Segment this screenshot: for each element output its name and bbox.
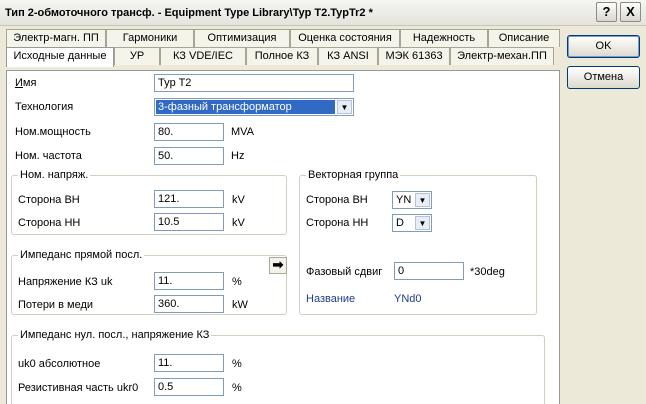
vector-group-title: Векторная группа: [306, 169, 401, 181]
tab-row-2: Исходные данные УР КЗ VDE/IEC Полное КЗ …: [6, 47, 554, 67]
lv-voltage-label: Сторона НН: [18, 217, 81, 229]
hv-voltage-input[interactable]: 121.: [154, 190, 224, 208]
uk0-label: uk0 абсолютное: [18, 358, 101, 370]
hv-voltage-unit: kV: [232, 194, 245, 206]
hv-voltage-label: Сторона ВН: [18, 194, 80, 206]
tab-optimization[interactable]: Оптимизация: [194, 29, 290, 47]
close-button[interactable]: X: [620, 2, 641, 22]
phase-shift-input[interactable]: 0: [394, 262, 464, 280]
rated-frequency-label: Ном. частота: [15, 150, 82, 162]
phase-shift-unit: *30deg: [470, 266, 505, 278]
chevron-down-icon[interactable]: ▼: [415, 216, 430, 230]
lv-voltage-unit: kV: [232, 217, 245, 229]
copper-losses-input[interactable]: 360.: [154, 295, 224, 313]
tab-emt[interactable]: Электр-магн. ПП: [6, 29, 106, 47]
sc-voltage-label: Напряжение КЗ uk: [18, 276, 113, 288]
tab-sc-vde-iec[interactable]: КЗ VDE/IEC: [160, 47, 246, 65]
help-button[interactable]: ?: [596, 2, 617, 22]
rated-frequency-input[interactable]: 50.: [154, 147, 224, 165]
tab-basic-data[interactable]: Исходные данные: [6, 47, 114, 67]
sc-voltage-input[interactable]: 11.: [154, 272, 224, 290]
rated-voltage-title: Ном. напряж.: [18, 169, 91, 181]
tab-panel: Имя Typ T2 Технология 3-фазный трансформ…: [6, 70, 560, 404]
vg-lv-select[interactable]: D ▼: [392, 214, 432, 232]
vg-lv-value: D: [396, 217, 404, 229]
dialog-body: Электр-магн. ПП Гармоники Оптимизация Оц…: [0, 26, 646, 404]
cancel-button[interactable]: Отмена: [567, 66, 640, 89]
tab-load-flow[interactable]: УР: [114, 47, 160, 65]
ukr0-input[interactable]: 0.5: [154, 378, 224, 396]
tab-sc-ansi[interactable]: КЗ ANSI: [318, 47, 378, 65]
positive-sequence-title: Импеданс прямой посл.: [18, 249, 145, 261]
ukr0-unit: %: [232, 382, 242, 394]
phase-shift-label: Фазовый сдвиг: [306, 266, 383, 278]
technology-label: Технология: [15, 101, 74, 113]
tab-row-1: Электр-магн. ПП Гармоники Оптимизация Оц…: [6, 29, 560, 47]
tab-harmonics[interactable]: Гармоники: [106, 29, 194, 47]
rated-power-unit: MVA: [231, 126, 255, 138]
tab-reliability[interactable]: Надежность: [400, 29, 488, 47]
vector-group-box: Векторная группа Сторона ВН YN ▼ Сторона…: [299, 169, 537, 315]
tab-iec-61363[interactable]: МЭК 61363: [378, 47, 450, 65]
rated-power-input[interactable]: 80.: [154, 123, 224, 141]
tab-state-estimation[interactable]: Оценка состояния: [290, 29, 400, 47]
lv-voltage-input[interactable]: 10.5: [154, 213, 224, 231]
tab-description[interactable]: Описание: [488, 29, 560, 47]
ok-button[interactable]: OK: [567, 35, 640, 58]
tab-full-sc[interactable]: Полное КЗ: [246, 47, 318, 65]
arrow-right-icon[interactable]: ➡: [269, 257, 287, 274]
name-label: Имя: [15, 77, 37, 89]
vg-hv-select[interactable]: YN ▼: [392, 191, 432, 209]
rated-frequency-unit: Hz: [231, 150, 245, 162]
positive-sequence-group: Импеданс прямой посл. Напряжение КЗ uk 1…: [11, 249, 287, 315]
chevron-down-icon[interactable]: ▼: [337, 100, 352, 114]
technology-select[interactable]: 3-фазный трансформатор ▼: [154, 98, 354, 116]
vg-hv-label: Сторона ВН: [306, 194, 368, 206]
vector-group-name-label: Название: [306, 293, 356, 305]
window-title: Тип 2-обмоточного трансф. - Equipment Ty…: [5, 7, 373, 19]
vg-hv-value: YN: [396, 194, 412, 206]
uk0-input[interactable]: 11.: [154, 354, 224, 372]
vg-lv-label: Сторона НН: [306, 217, 369, 229]
sc-voltage-unit: %: [232, 276, 242, 288]
vector-group-name-value: YNd0: [394, 293, 422, 305]
copper-losses-label: Потери в меди: [18, 299, 94, 311]
zero-sequence-group: Импеданс нул. посл., напряжение КЗ uk0 а…: [11, 329, 545, 404]
chevron-down-icon[interactable]: ▼: [415, 193, 430, 207]
name-input[interactable]: Typ T2: [154, 74, 354, 92]
tab-rms-sim[interactable]: Электр-механ.ПП: [450, 47, 554, 65]
technology-value: 3-фазный трансформатор: [156, 100, 335, 114]
ukr0-label: Резистивная часть ukr0: [18, 382, 139, 394]
title-bar: Тип 2-обмоточного трансф. - Equipment Ty…: [0, 0, 646, 26]
uk0-unit: %: [232, 358, 242, 370]
rated-voltage-group: Ном. напряж. Сторона ВН 121. kV Сторона …: [11, 169, 287, 235]
rated-power-label: Ном.мощность: [15, 126, 91, 138]
zero-sequence-title: Импеданс нул. посл., напряжение КЗ: [18, 329, 212, 341]
copper-losses-unit: kW: [232, 299, 248, 311]
